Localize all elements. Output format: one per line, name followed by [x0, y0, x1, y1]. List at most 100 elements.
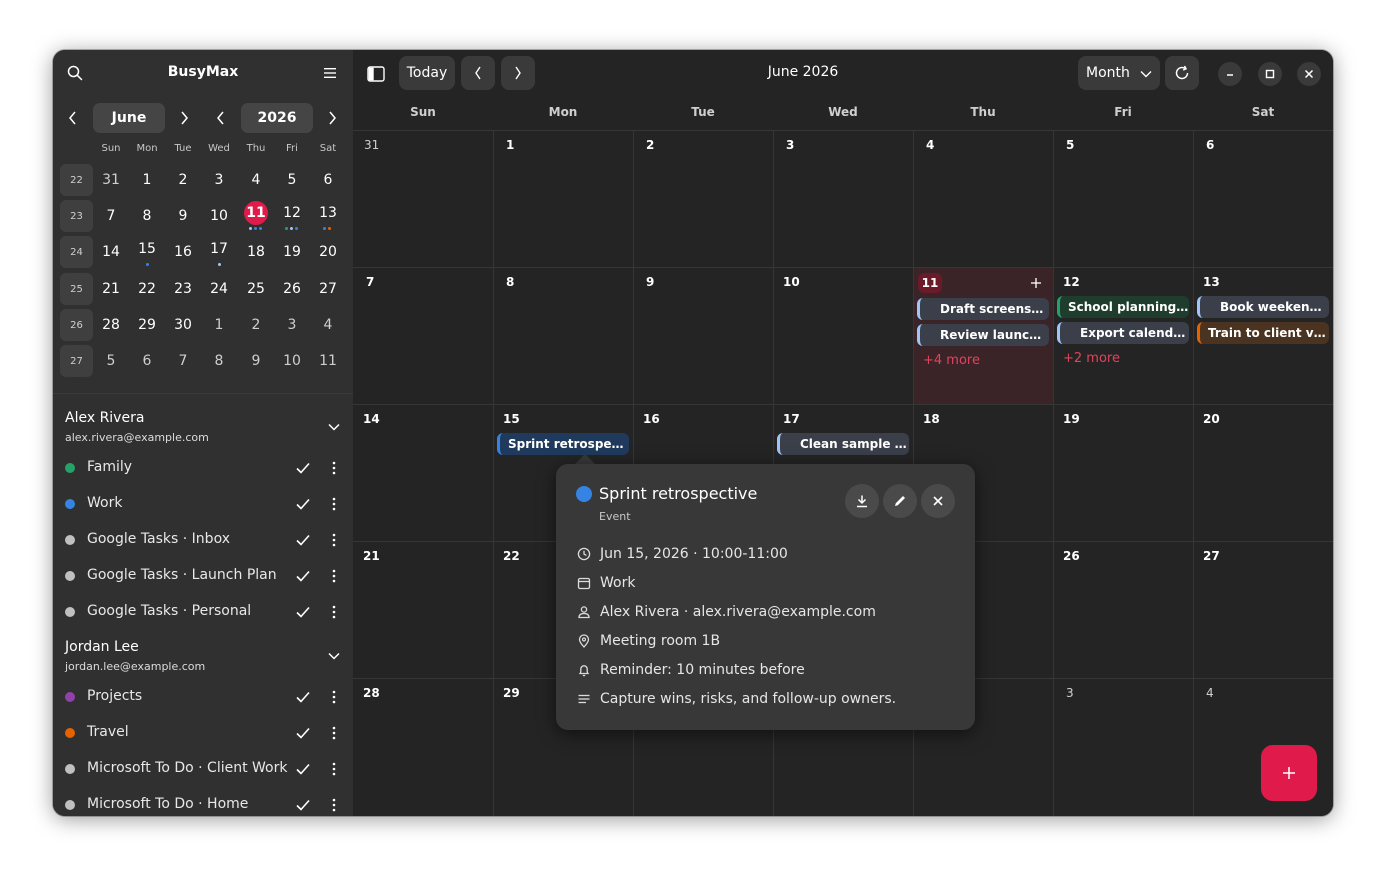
- day-number[interactable]: 21: [363, 549, 380, 563]
- mini-day[interactable]: 2: [165, 165, 201, 195]
- more-vertical-icon[interactable]: [326, 689, 342, 705]
- day-number[interactable]: 26: [1063, 549, 1080, 563]
- event-chip[interactable]: School planning day: [1057, 296, 1189, 318]
- event-chip-selected[interactable]: Sprint retrospective: [497, 433, 629, 455]
- more-vertical-icon[interactable]: [326, 532, 342, 548]
- mini-day[interactable]: 2: [238, 310, 274, 340]
- mini-day[interactable]: 10: [201, 201, 237, 231]
- mini-day[interactable]: 15: [129, 234, 165, 264]
- mini-day[interactable]: 8: [129, 201, 165, 231]
- week-number[interactable]: 24: [60, 236, 93, 268]
- mini-month-button[interactable]: June: [93, 103, 165, 133]
- check-icon[interactable]: [295, 797, 311, 813]
- more-events-link[interactable]: +4 more: [923, 353, 980, 368]
- week-number[interactable]: 27: [60, 345, 93, 377]
- mini-day[interactable]: 14: [93, 237, 129, 267]
- mini-day[interactable]: 16: [165, 237, 201, 267]
- add-event-icon[interactable]: [1029, 276, 1043, 290]
- mini-next-year-icon[interactable]: [322, 108, 342, 128]
- mini-day[interactable]: 10: [274, 346, 310, 376]
- mini-day[interactable]: 6: [310, 165, 346, 195]
- check-icon[interactable]: [295, 568, 311, 584]
- day-number[interactable]: 15: [503, 412, 520, 426]
- calendar-item-google-tasks-inbox[interactable]: Google Tasks · Inbox: [53, 522, 353, 558]
- minimize-icon[interactable]: [1218, 62, 1242, 86]
- check-icon[interactable]: [295, 725, 311, 741]
- mini-prev-month-icon[interactable]: [63, 108, 83, 128]
- day-number[interactable]: 16: [643, 412, 660, 426]
- mini-day[interactable]: 31: [93, 165, 129, 195]
- mini-day[interactable]: 5: [274, 165, 310, 195]
- mini-day[interactable]: 1: [129, 165, 165, 195]
- calendar-item-projects[interactable]: Projects: [53, 679, 353, 715]
- more-vertical-icon[interactable]: [326, 460, 342, 476]
- more-vertical-icon[interactable]: [326, 568, 342, 584]
- mini-day[interactable]: 25: [238, 274, 274, 304]
- day-number[interactable]: 3: [1066, 686, 1074, 700]
- mini-day[interactable]: 9: [165, 201, 201, 231]
- day-number[interactable]: 17: [783, 412, 800, 426]
- day-number[interactable]: 28: [363, 686, 380, 700]
- day-number[interactable]: 5: [1066, 138, 1074, 152]
- check-icon[interactable]: [295, 496, 311, 512]
- sidebar-toggle-icon[interactable]: [365, 63, 387, 85]
- day-number[interactable]: 6: [1206, 138, 1214, 152]
- mini-day[interactable]: 24: [201, 274, 237, 304]
- week-number[interactable]: 22: [60, 164, 93, 196]
- event-chip[interactable]: Export calendar...: [1057, 322, 1189, 344]
- mini-day[interactable]: 17: [201, 234, 237, 264]
- mini-day[interactable]: 4: [310, 310, 346, 340]
- day-number[interactable]: 4: [926, 138, 934, 152]
- mini-day[interactable]: 13: [310, 198, 346, 228]
- check-icon[interactable]: [295, 604, 311, 620]
- day-number[interactable]: 10: [783, 275, 800, 289]
- mini-day[interactable]: 21: [93, 274, 129, 304]
- day-number[interactable]: 27: [1203, 549, 1220, 563]
- maximize-icon[interactable]: [1258, 62, 1282, 86]
- close-popover-button[interactable]: [921, 484, 955, 518]
- mini-day[interactable]: 5: [93, 346, 129, 376]
- calendar-item-google-tasks-launch-plan[interactable]: Google Tasks · Launch Plan: [53, 558, 353, 594]
- day-number[interactable]: 13: [1203, 275, 1220, 289]
- mini-day[interactable]: 18: [238, 237, 274, 267]
- day-number[interactable]: 19: [1063, 412, 1080, 426]
- calendar-item-microsoft-todo-client-work[interactable]: Microsoft To Do · Client Work: [53, 751, 353, 787]
- export-event-button[interactable]: [845, 484, 879, 518]
- mini-year-button[interactable]: 2026: [241, 103, 313, 133]
- previous-button[interactable]: [461, 56, 495, 90]
- main-menu-icon[interactable]: [321, 64, 339, 82]
- mini-day[interactable]: 12: [274, 198, 310, 228]
- mini-day[interactable]: 20: [310, 237, 346, 267]
- more-vertical-icon[interactable]: [326, 604, 342, 620]
- day-number[interactable]: 2: [646, 138, 654, 152]
- check-icon[interactable]: [295, 460, 311, 476]
- today-button[interactable]: Today: [399, 56, 455, 90]
- mini-day[interactable]: 3: [274, 310, 310, 340]
- more-events-link[interactable]: +2 more: [1063, 351, 1120, 366]
- day-number[interactable]: 9: [646, 275, 654, 289]
- mini-day[interactable]: 1: [201, 310, 237, 340]
- day-number[interactable]: 3: [786, 138, 794, 152]
- new-event-button[interactable]: [1261, 745, 1317, 801]
- today-day-number[interactable]: 11: [918, 273, 942, 293]
- chevron-down-icon[interactable]: [325, 647, 343, 665]
- mini-day[interactable]: 11: [310, 346, 346, 376]
- close-window-icon[interactable]: [1297, 62, 1321, 86]
- refresh-button[interactable]: [1165, 56, 1199, 90]
- calendar-item-family[interactable]: Family: [53, 450, 353, 486]
- day-number[interactable]: 8: [506, 275, 514, 289]
- more-vertical-icon[interactable]: [326, 725, 342, 741]
- mini-next-month-icon[interactable]: [174, 108, 194, 128]
- day-number[interactable]: 29: [503, 686, 520, 700]
- event-chip[interactable]: Review launch ...: [917, 324, 1049, 346]
- more-vertical-icon[interactable]: [326, 761, 342, 777]
- mini-day[interactable]: 19: [274, 237, 310, 267]
- event-chip[interactable]: Book weekend ...: [1197, 296, 1329, 318]
- calendar-item-work[interactable]: Work: [53, 486, 353, 522]
- chevron-down-icon[interactable]: [325, 418, 343, 436]
- check-icon[interactable]: [295, 689, 311, 705]
- mini-day[interactable]: 8: [201, 346, 237, 376]
- calendar-item-travel[interactable]: Travel: [53, 715, 353, 751]
- mini-day[interactable]: 7: [165, 346, 201, 376]
- day-number[interactable]: 4: [1206, 686, 1214, 700]
